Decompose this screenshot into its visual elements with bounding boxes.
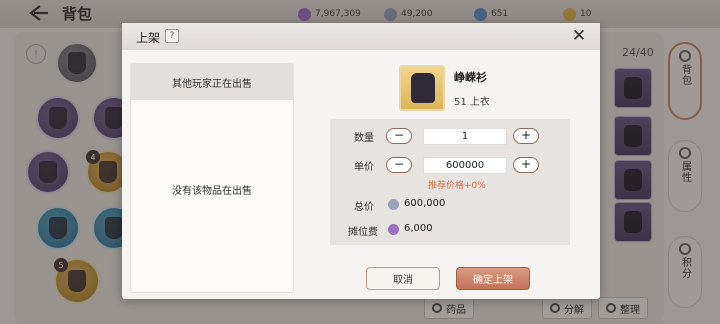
price-plus-button[interactable]: + [513,157,539,173]
price-minus-button[interactable]: − [386,157,412,173]
quantity-field[interactable]: 1 [423,128,507,145]
item-name: 峥嵘衫 [454,71,487,84]
item-level-type: 51 上衣 [454,97,490,108]
dialog-title: 上架 [136,31,161,45]
help-icon[interactable]: ? [165,29,179,43]
price-label: 单价 [354,162,374,173]
listing-dialog: 上架 ? ✕ 其他玩家正在出售 没有该物品在出售 峥嵘衫 51 上衣 数量 − … [122,23,600,299]
total-price-label: 总价 [354,202,374,213]
market-listings-header: 其他玩家正在出售 [131,64,293,100]
quantity-plus-button[interactable]: + [513,128,539,144]
stall-fee-label: 摊位费 [348,227,378,238]
cancel-button[interactable]: 取消 [366,267,440,290]
suggested-price-text: 推荐价格+0% [428,181,486,191]
confirm-listing-button[interactable]: 确定上架 [456,267,530,290]
quantity-label: 数量 [354,133,374,144]
price-field[interactable]: 600000 [423,157,507,174]
quantity-minus-button[interactable]: − [386,128,412,144]
vest-armor-icon [399,65,445,111]
listing-form: 数量 − 1 + 单价 − 600000 + 推荐价格+0% 总价 600,00… [330,119,570,245]
total-price-value: 600,000 [404,198,446,209]
empty-listings-text: 没有该物品在出售 [172,186,252,197]
market-listings-pane: 其他玩家正在出售 没有该物品在出售 [130,63,294,293]
dialog-header: 上架 ? ✕ [122,23,600,50]
close-icon[interactable]: ✕ [570,27,588,45]
silver-coin-icon [388,199,399,210]
stall-fee-value: 6,000 [404,223,433,234]
purple-gem-icon [388,224,399,235]
